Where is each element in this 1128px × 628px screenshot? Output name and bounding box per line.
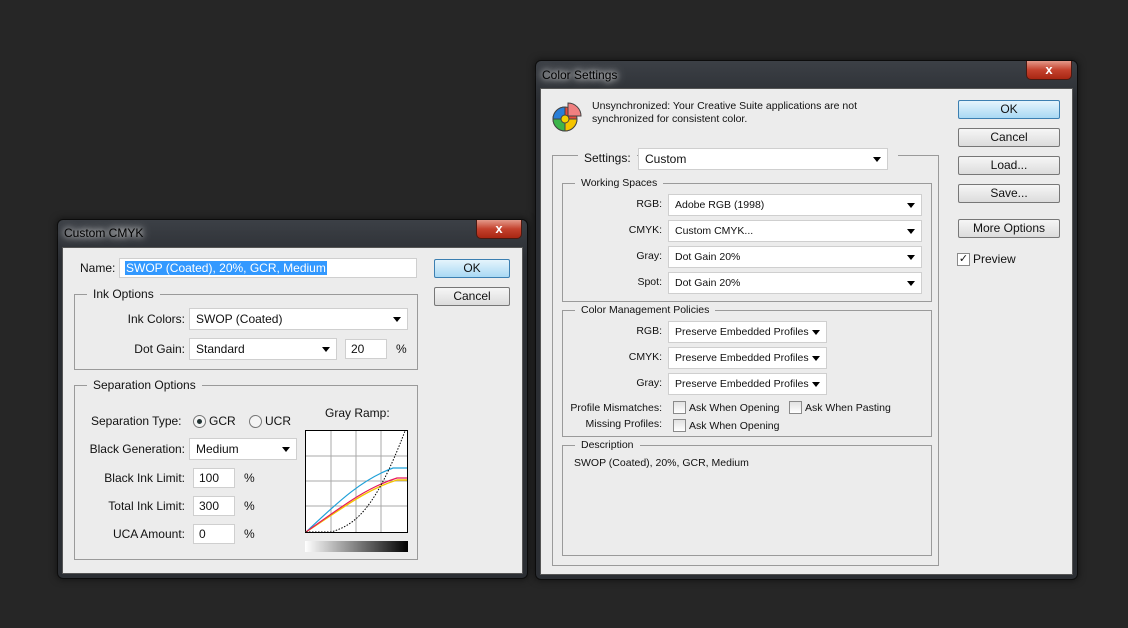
working-space-value: Dot Gain 20% [675,251,741,263]
percent-label: % [396,342,407,356]
percent-label: % [244,527,255,541]
save-button[interactable]: Save... [958,184,1060,203]
close-button[interactable]: x [476,220,522,239]
profile-mismatches-label: Profile Mismatches: [570,402,662,414]
group-title: Ink Options [87,287,160,301]
chevron-down-icon [393,317,401,322]
description-text: SWOP (Coated), 20%, GCR, Medium [574,457,749,469]
working-space-select[interactable]: Adobe RGB (1998) [668,194,922,216]
chevron-down-icon [812,356,820,361]
ink-colors-label: Ink Colors: [127,312,185,326]
policy-value: Preserve Embedded Profiles [675,326,809,338]
policy-select[interactable]: Preserve Embedded Profiles [668,373,827,395]
working-space-label: RGB: [636,198,662,210]
chevron-down-icon [873,157,881,162]
chevron-down-icon [907,281,915,286]
uca-amount-input[interactable]: 0 [193,524,235,544]
dialog-title: Color Settings [542,68,618,82]
working-space-label: CMYK: [628,224,662,236]
policy-label: CMYK: [628,351,662,363]
total-ink-limit-input[interactable]: 300 [193,496,235,516]
gcr-label: GCR [209,414,236,428]
separation-type-label: Separation Type: [91,414,182,428]
ucr-radio[interactable] [249,415,262,428]
dot-gain-value: Standard [196,342,245,356]
group-title: Separation Options [87,378,202,392]
missing-ask-opening-checkbox[interactable] [673,419,686,432]
chevron-down-icon [282,447,290,452]
gray-ramp-graph [305,430,408,533]
dot-gain-amount-input[interactable]: 20 [345,339,387,359]
total-ink-limit-label: Total Ink Limit: [108,499,185,513]
load-button[interactable]: Load... [958,156,1060,175]
chevron-down-icon [907,229,915,234]
more-options-button[interactable]: More Options [958,219,1060,238]
spacer [888,148,898,162]
ok-button[interactable]: OK [434,259,510,278]
working-space-value: Dot Gain 20% [675,277,741,289]
working-space-label: Spot: [637,276,662,288]
missing-profiles-label: Missing Profiles: [585,418,662,430]
percent-label: % [244,499,255,513]
uca-amount-label: UCA Amount: [112,527,185,541]
gray-ramp-gradient [305,541,408,552]
policy-select[interactable]: Preserve Embedded Profiles [668,321,827,343]
dot-gain-select[interactable]: Standard [189,338,337,360]
settings-label: Settings: [578,151,637,165]
working-space-select[interactable]: Dot Gain 20% [668,272,922,294]
name-value: SWOP (Coated), 20%, GCR, Medium [125,261,327,275]
policy-label: RGB: [636,325,662,337]
dot-gain-label: Dot Gain: [134,342,185,356]
chevron-down-icon [812,330,820,335]
ink-colors-select[interactable]: SWOP (Coated) [189,308,408,330]
chevron-down-icon [812,382,820,387]
policy-value: Preserve Embedded Profiles [675,352,809,364]
mismatch-ask-pasting-label: Ask When Pasting [805,402,891,414]
black-ink-limit-input[interactable]: 100 [193,468,235,488]
group-title: Working Spaces [575,176,664,190]
ucr-label: UCR [265,414,291,428]
close-button[interactable]: x [1026,61,1072,80]
name-input[interactable]: SWOP (Coated), 20%, GCR, Medium [119,258,417,278]
name-label: Name: [80,261,116,275]
percent-label: % [244,471,255,485]
chevron-down-icon [907,255,915,260]
working-space-label: Gray: [636,250,662,262]
gcr-radio[interactable] [193,415,206,428]
policy-value: Preserve Embedded Profiles [675,378,809,390]
chevron-down-icon [907,203,915,208]
mismatch-ask-pasting-checkbox[interactable] [789,401,802,414]
cancel-button[interactable]: Cancel [434,287,510,306]
working-space-value: Custom CMYK... [675,225,754,237]
policy-select[interactable]: Preserve Embedded Profiles [668,347,827,369]
policy-label: Gray: [636,377,662,389]
group-title: Description [575,438,640,452]
missing-ask-opening-label: Ask When Opening [689,420,780,432]
gray-ramp-label: Gray Ramp: [325,406,390,420]
black-ink-limit-label: Black Ink Limit: [104,471,185,485]
black-generation-select[interactable]: Medium [189,438,297,460]
ok-button[interactable]: OK [958,100,1060,119]
preview-checkbox[interactable]: ✓ [957,253,970,266]
working-space-value: Adobe RGB (1998) [675,199,765,211]
color-sync-icon [552,102,582,132]
black-generation-label: Black Generation: [89,442,185,456]
ink-colors-value: SWOP (Coated) [196,312,283,326]
mismatch-ask-opening-checkbox[interactable] [673,401,686,414]
cancel-button[interactable]: Cancel [958,128,1060,147]
dialog-title: Custom CMYK [64,226,144,240]
black-generation-value: Medium [196,442,239,456]
chevron-down-icon [322,347,330,352]
sync-message: Unsynchronized: Your Creative Suite appl… [592,100,857,125]
working-space-select[interactable]: Custom CMYK... [668,220,922,242]
mismatch-ask-opening-label: Ask When Opening [689,402,780,414]
settings-select[interactable]: Custom [638,148,888,170]
group-title: Color Management Policies [575,303,716,317]
settings-value: Custom [645,152,687,166]
preview-label: Preview [973,252,1016,266]
working-space-select[interactable]: Dot Gain 20% [668,246,922,268]
